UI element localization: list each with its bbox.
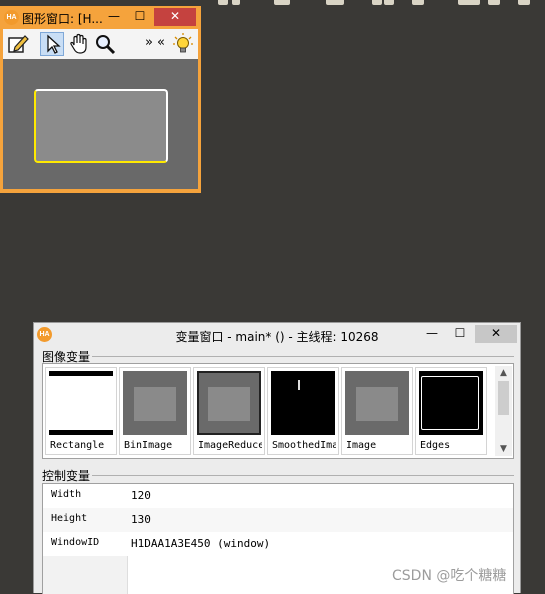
- magnifier-icon[interactable]: [93, 32, 117, 56]
- graphics-window: HA 图形窗口: [H... — ☐ ✕ » «: [0, 6, 201, 193]
- scrollbar-thumb[interactable]: [498, 381, 509, 415]
- pointer-icon[interactable]: [40, 32, 64, 56]
- control-var-value: 130: [131, 513, 151, 526]
- iconic-var-thumb[interactable]: Rectangle: [45, 367, 117, 455]
- divider: [42, 356, 514, 357]
- halcon-logo-icon: HA: [4, 10, 19, 25]
- gallery-scrollbar[interactable]: ▲ ▼: [495, 366, 512, 456]
- control-var-value: 120: [131, 489, 151, 502]
- table-row[interactable]: Width 120: [43, 484, 513, 508]
- minimize-button[interactable]: —: [104, 8, 124, 26]
- iconic-variables-gallery: Rectangle BinImage ImageReduced Smoothed…: [42, 363, 514, 459]
- iconic-var-thumb[interactable]: Image: [341, 367, 413, 455]
- thumbnail-image: [123, 371, 187, 435]
- graphics-window-titlebar[interactable]: HA 图形窗口: [H... — ☐ ✕: [0, 6, 201, 28]
- control-var-value: H1DAA1A3E450 (window): [131, 537, 271, 550]
- watermark: CSDN @吃个糖糖: [392, 568, 507, 584]
- minimize-button[interactable]: —: [422, 325, 442, 343]
- divider: [42, 475, 514, 476]
- close-button[interactable]: ✕: [154, 8, 196, 26]
- thumbnail-image: [345, 371, 409, 435]
- maximize-button[interactable]: ☐: [130, 8, 150, 26]
- control-var-name: WindowID: [51, 537, 100, 548]
- image-region-outline: [34, 89, 168, 163]
- iconic-var-thumb[interactable]: ImageReduced: [193, 367, 265, 455]
- toolbar-back-icon[interactable]: «: [155, 32, 167, 56]
- thumbnail-image: [197, 371, 261, 435]
- iconic-var-name: SmoothedImage: [272, 440, 336, 451]
- scroll-down-icon[interactable]: ▼: [495, 444, 512, 454]
- table-row[interactable]: Height 130: [43, 508, 513, 532]
- iconic-var-name: ImageReduced: [198, 440, 262, 451]
- iconic-var-name: Image: [346, 440, 377, 451]
- iconic-var-name: BinImage: [124, 440, 173, 451]
- hand-pan-icon[interactable]: [67, 32, 91, 56]
- thumbnail-image: [49, 371, 113, 435]
- scroll-up-icon[interactable]: ▲: [495, 368, 512, 378]
- graphics-window-title: 图形窗口: [H...: [22, 12, 103, 26]
- control-var-name: Height: [51, 513, 88, 524]
- graphics-toolbar: » «: [3, 29, 198, 59]
- edit-draw-icon[interactable]: [6, 32, 30, 56]
- maximize-button[interactable]: ☐: [450, 325, 470, 343]
- iconic-var-thumb[interactable]: SmoothedImage: [267, 367, 339, 455]
- variable-window-titlebar[interactable]: HA 变量窗口 - main* () - 主线程: 10268 — ☐ ✕: [34, 323, 520, 347]
- iconic-var-name: Edges: [420, 440, 451, 451]
- iconic-var-thumb[interactable]: Edges: [415, 367, 487, 455]
- thumbnail-image: [271, 371, 335, 435]
- table-row[interactable]: WindowID H1DAA1A3E450 (window): [43, 532, 513, 556]
- variable-window: HA 变量窗口 - main* () - 主线程: 10268 — ☐ ✕ 图像…: [33, 322, 521, 594]
- thumbnail-image: [419, 371, 483, 435]
- iconic-var-name: Rectangle: [50, 440, 105, 451]
- control-var-name: Width: [51, 489, 82, 500]
- lightbulb-icon[interactable]: [171, 32, 195, 56]
- variable-window-title: 变量窗口 - main* () - 主线程: 10268: [175, 330, 379, 344]
- control-variables-heading: 控制变量: [42, 467, 93, 484]
- close-button[interactable]: ✕: [475, 325, 517, 343]
- graphics-canvas[interactable]: [3, 59, 198, 189]
- toolbar-more-icon[interactable]: »: [143, 32, 155, 56]
- iconic-var-thumb[interactable]: BinImage: [119, 367, 191, 455]
